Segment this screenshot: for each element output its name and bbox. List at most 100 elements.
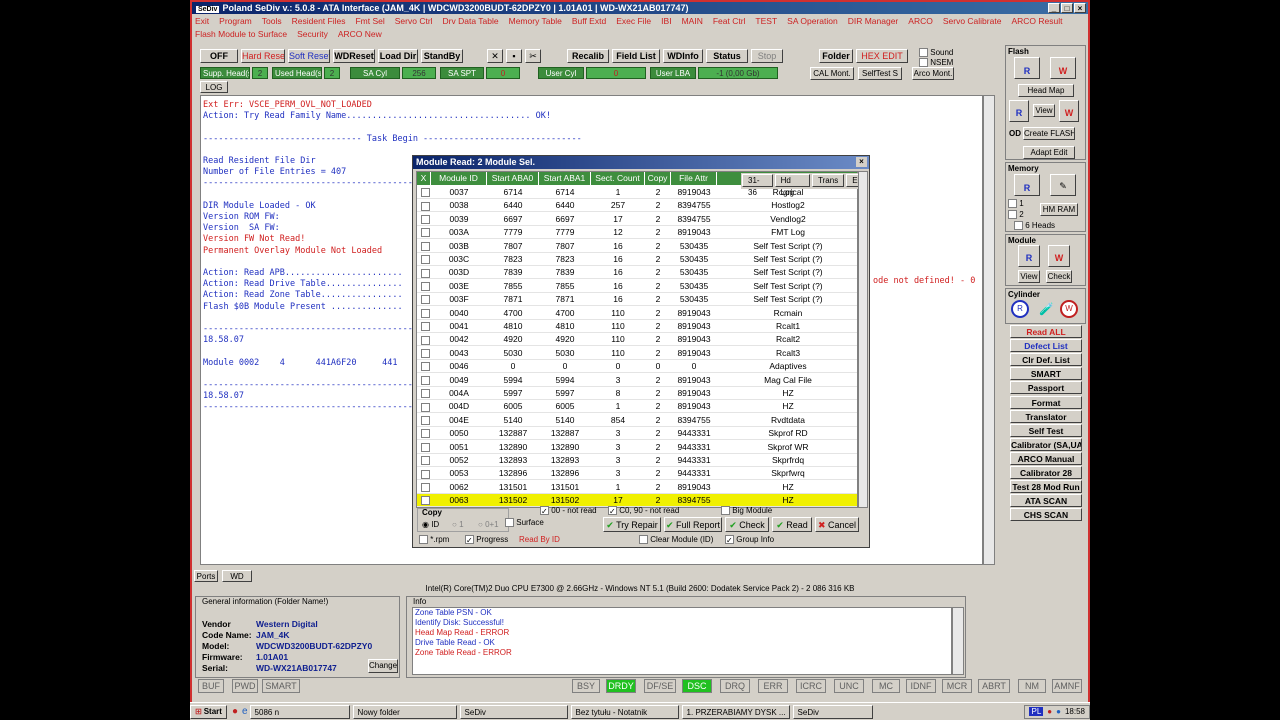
not-read-box[interactable]: ✓ <box>540 506 549 516</box>
tray-icon[interactable]: ● <box>1056 707 1061 716</box>
row-checkbox[interactable] <box>419 441 431 454</box>
right-command-button[interactable]: CHS SCAN <box>1010 508 1082 522</box>
row-checkbox-box[interactable] <box>420 335 430 345</box>
row-checkbox[interactable] <box>419 253 431 266</box>
rpm-checkbox[interactable]: *.rpm <box>419 535 449 545</box>
soft-reset-button[interactable]: Soft Reset <box>288 49 330 63</box>
row-checkbox[interactable] <box>419 333 431 346</box>
row-checkbox-box[interactable] <box>420 201 430 211</box>
row-checkbox[interactable] <box>419 414 431 427</box>
row-checkbox-box[interactable] <box>420 268 430 278</box>
module-check-button[interactable]: Check <box>1046 270 1072 283</box>
menu-item[interactable]: DIR Manager <box>848 15 899 28</box>
table-row[interactable]: 0050 132887 132887 3 2 9443331 Skprof RD <box>417 427 857 441</box>
row-checkbox-box[interactable] <box>420 429 430 439</box>
dialog-tab[interactable]: 31-36 <box>742 174 773 197</box>
tray-icon[interactable]: ● <box>1047 707 1052 716</box>
row-checkbox[interactable] <box>419 387 431 400</box>
row-checkbox[interactable] <box>419 454 431 467</box>
grid-column-header[interactable]: Sect. Count <box>591 172 645 185</box>
group-info-box[interactable]: ✓ <box>725 535 734 545</box>
row-checkbox[interactable] <box>419 213 431 226</box>
menu-item[interactable]: Tools <box>262 15 282 28</box>
menu-item[interactable]: Resident Files <box>292 15 346 28</box>
row-checkbox[interactable] <box>419 320 431 333</box>
cylinder-write-icon[interactable]: W <box>1060 300 1078 318</box>
table-row[interactable]: 004D 6005 6005 1 2 8919043 HZ <box>417 400 857 414</box>
not-read-checkbox[interactable]: ✓ 00 - not read <box>540 506 597 516</box>
table-row[interactable]: 003C 7823 7823 16 2 530435 Self Test Script (?… <box>417 253 857 266</box>
radio-0-1[interactable]: ○ 0+1 <box>478 520 499 529</box>
load-dir-button[interactable]: Load Dir <box>378 49 418 63</box>
adapt-edit-button[interactable]: Adapt Edit <box>1023 146 1075 159</box>
close-icon[interactable]: × <box>1074 3 1086 13</box>
right-command-button[interactable]: Test 28 Mod Run <box>1010 480 1082 494</box>
module-write-icon[interactable]: W <box>1048 245 1070 267</box>
row-checkbox-box[interactable] <box>420 483 430 493</box>
menu-item[interactable]: MAIN <box>682 15 703 28</box>
right-command-button[interactable]: Read ALL <box>1010 325 1082 338</box>
standby-button[interactable]: StandBy <box>421 49 463 63</box>
big-module-checkbox[interactable]: Big Module <box>721 506 772 516</box>
row-checkbox[interactable] <box>419 199 431 212</box>
big-module-box[interactable] <box>721 506 730 516</box>
row-checkbox-box[interactable] <box>420 349 430 359</box>
taskbar-task[interactable]: Bez tytułu - Notatnik <box>570 704 679 719</box>
table-row[interactable]: 0041 4810 4810 110 2 8919043 Rcalt1 <box>417 320 857 333</box>
right-command-button[interactable]: Defect List <box>1010 339 1082 353</box>
flash-view-button[interactable]: View <box>1033 104 1055 117</box>
row-checkbox-box[interactable] <box>420 416 430 426</box>
grid-column-header[interactable]: Module ID <box>431 172 487 185</box>
row-checkbox[interactable] <box>419 240 431 253</box>
row-checkbox[interactable] <box>419 347 431 360</box>
start-button[interactable]: ⊞ Start <box>190 704 227 719</box>
grid-column-header[interactable]: X <box>417 172 431 185</box>
table-row[interactable]: 0038 6440 6440 257 2 8394755 Hostlog2 <box>417 199 857 213</box>
dialog-close-icon[interactable]: × <box>856 157 867 167</box>
row-checkbox-box[interactable] <box>420 188 430 198</box>
right-command-button[interactable]: Translator <box>1010 409 1082 423</box>
stop-button[interactable]: Stop <box>751 49 783 63</box>
radio-id[interactable]: ◉ ID <box>422 520 439 529</box>
taskbar-task[interactable]: 5086 n <box>249 704 350 719</box>
memory-read-icon[interactable]: R <box>1014 174 1040 196</box>
row-checkbox-box[interactable] <box>420 228 430 238</box>
hm-ram-button[interactable]: HM RAM <box>1040 203 1078 216</box>
grid-column-header[interactable]: Start ABA1 <box>539 172 591 185</box>
menu-item[interactable]: Exit <box>195 15 209 28</box>
cancel-button[interactable]: ✖ Cancel <box>815 517 859 532</box>
dialog-tab[interactable]: Hd Log <box>774 174 811 197</box>
wd-tab[interactable]: WD <box>222 570 252 582</box>
table-row[interactable]: 0043 5030 5030 110 2 8919043 Rcalt3 <box>417 347 857 360</box>
minimize-icon[interactable]: _ <box>1048 3 1060 13</box>
menu-item[interactable]: Security <box>297 28 328 41</box>
right-command-button[interactable]: Calibrator (SA,UA) <box>1010 437 1082 451</box>
right-command-button[interactable]: Calibrator 28 <box>1010 466 1082 479</box>
menu-item[interactable]: Buff Extd <box>572 15 606 28</box>
menu-item[interactable]: Program <box>219 15 252 28</box>
table-row[interactable]: 0039 6697 6697 17 2 8394755 Vendlog2 <box>417 213 857 226</box>
row-checkbox-box[interactable] <box>420 295 430 305</box>
full-report-button[interactable]: ✔ Full Report <box>664 517 722 532</box>
c0-checkbox[interactable]: ✓ C0, 90 - not read <box>608 506 679 516</box>
field-list-button[interactable]: Field List <box>612 49 660 63</box>
menu-item[interactable]: TEST <box>755 15 777 28</box>
row-checkbox[interactable] <box>419 427 431 440</box>
row-checkbox-box[interactable] <box>420 402 430 412</box>
surface-checkbox[interactable]: Surface <box>505 518 544 528</box>
six-heads-checkbox[interactable]: 6 Heads <box>1014 221 1055 231</box>
progress-checkbox[interactable]: ✓ Progress <box>465 535 508 545</box>
head-map-button[interactable]: Head Map <box>1018 84 1074 97</box>
clear-module-checkbox[interactable]: Clear Module (ID) <box>639 535 713 545</box>
menu-item[interactable]: Servo Calibrate <box>943 15 1002 28</box>
row-checkbox[interactable] <box>419 360 431 373</box>
change-button[interactable]: Change <box>368 659 398 673</box>
grid-column-header[interactable]: Copy <box>645 172 671 185</box>
radio-1[interactable]: ○ 1 <box>452 520 464 529</box>
status-button[interactable]: Status <box>706 49 748 63</box>
nsem-checkbox[interactable]: NSEM <box>919 58 953 68</box>
row-checkbox-box[interactable] <box>420 442 430 452</box>
taskbar-task[interactable]: Nowy folder <box>352 704 457 719</box>
memory-tool-icon[interactable]: ✎ <box>1050 174 1076 196</box>
row-checkbox[interactable] <box>419 293 431 306</box>
